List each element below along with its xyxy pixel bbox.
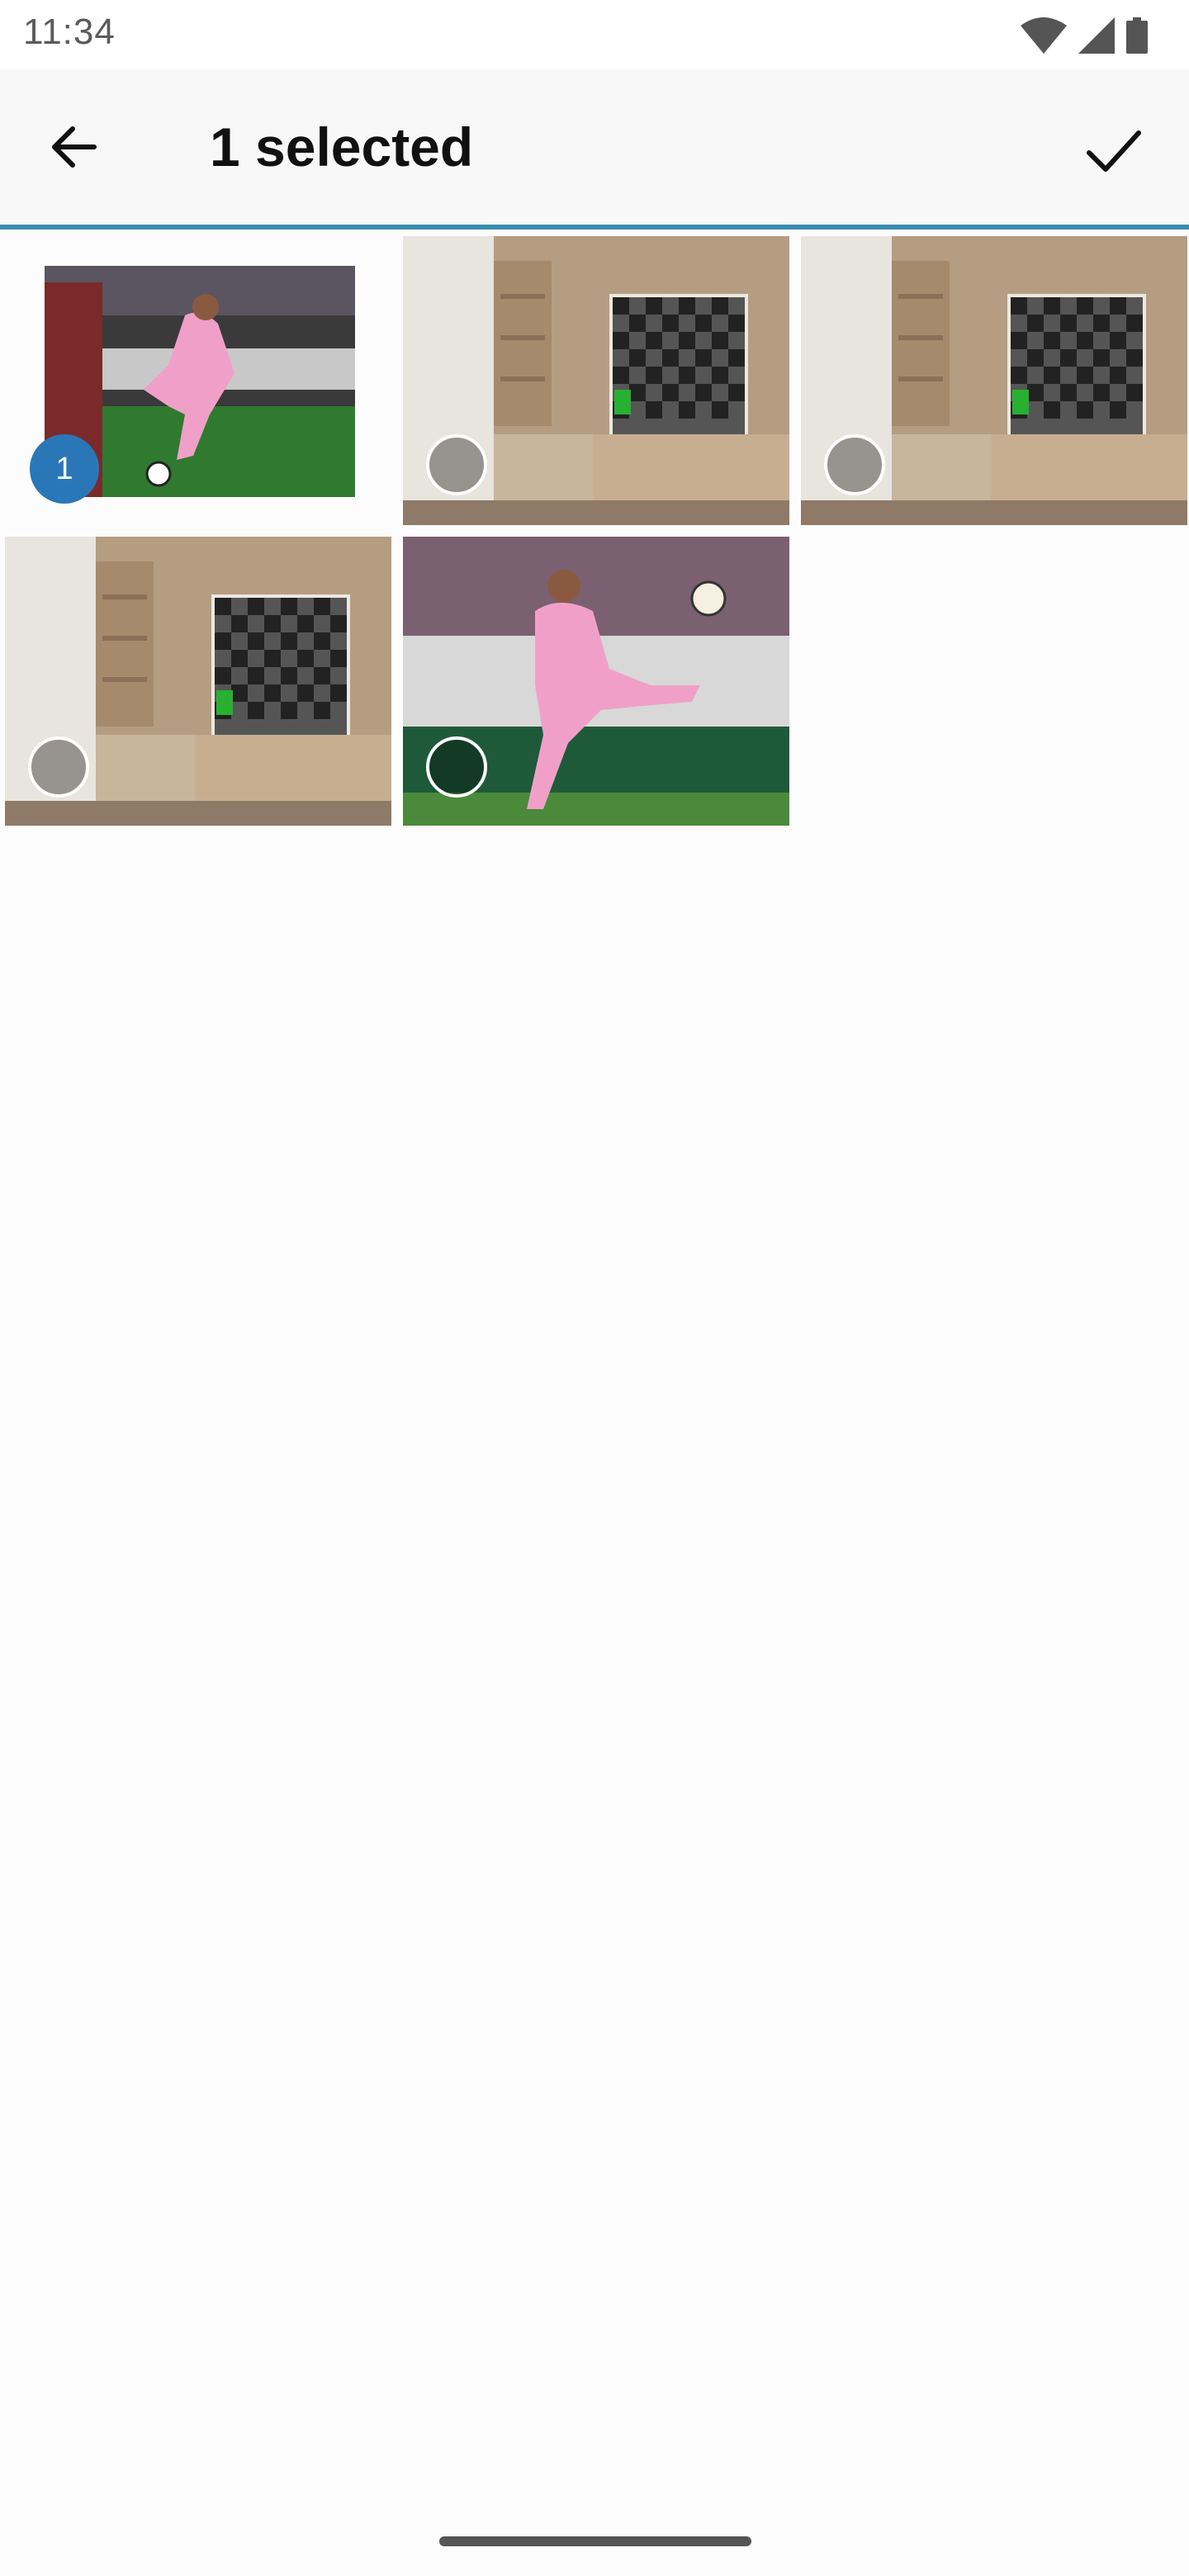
status-bar: 11:34	[0, 0, 1189, 69]
home-indicator[interactable]	[439, 2536, 751, 2546]
app-bar-divider	[0, 225, 1189, 230]
selection-badge[interactable]: 1	[30, 434, 99, 504]
page-title: 1 selected	[210, 116, 474, 178]
photo-tile[interactable]	[801, 236, 1187, 525]
photo-tile[interactable]	[403, 537, 789, 826]
status-time: 11:34	[23, 12, 116, 52]
back-button[interactable]	[33, 106, 116, 188]
photo-tile[interactable]: 1	[5, 236, 391, 525]
wifi-icon	[1021, 17, 1067, 54]
app-bar	[0, 69, 1189, 225]
check-icon	[1087, 130, 1141, 172]
selection-circle[interactable]	[426, 736, 487, 798]
battery-icon	[1126, 17, 1148, 54]
confirm-button[interactable]	[1068, 106, 1159, 197]
selection-circle[interactable]	[426, 434, 487, 495]
photo-tile[interactable]	[5, 537, 391, 826]
selection-circle[interactable]	[824, 434, 885, 495]
arrow-left-icon	[52, 126, 97, 168]
cellular-signal-icon	[1078, 17, 1115, 54]
selection-order: 1	[55, 452, 73, 486]
photo-tile[interactable]	[403, 236, 789, 525]
selection-circle[interactable]	[28, 736, 89, 798]
